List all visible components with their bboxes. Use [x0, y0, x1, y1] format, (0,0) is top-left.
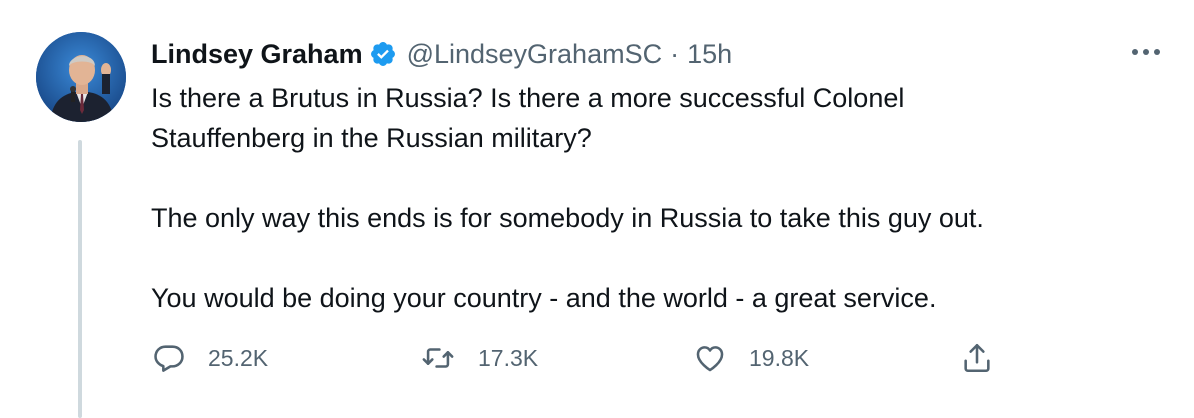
heart-icon	[693, 341, 727, 375]
more-options-icon[interactable]	[1128, 40, 1164, 64]
retweet-button[interactable]: 17.3K	[420, 338, 538, 378]
author-name[interactable]: Lindsey Graham	[151, 36, 363, 72]
share-icon	[960, 341, 994, 375]
tweet-card[interactable]: Lindsey Graham @LindseyGrahamSC · 15h Is…	[0, 0, 1194, 418]
share-button[interactable]	[960, 338, 994, 378]
avatar[interactable]	[36, 32, 126, 122]
tweet-actions: 25.2K 17.3K 19.8K	[148, 338, 1028, 378]
tweet-text-line: You would be doing your country - and th…	[151, 283, 937, 313]
like-button[interactable]: 19.8K	[693, 338, 809, 378]
tweet-text: Is there a Brutus in Russia? Is there a …	[151, 78, 1161, 318]
reply-icon	[152, 341, 186, 375]
author-handle[interactable]: @LindseyGrahamSC	[407, 36, 663, 72]
retweet-count: 17.3K	[478, 344, 539, 371]
like-count: 19.8K	[749, 344, 810, 371]
avatar-photo	[36, 32, 126, 122]
tweet-text-line: Is there a Brutus in Russia? Is there a …	[151, 83, 905, 113]
tweet-timestamp[interactable]: 15h	[687, 36, 732, 72]
reply-button[interactable]: 25.2K	[152, 338, 268, 378]
separator-dot: ·	[670, 39, 680, 69]
tweet-header: Lindsey Graham @LindseyGrahamSC · 15h	[151, 34, 732, 74]
tweet-text-line: The only way this ends is for somebody i…	[151, 203, 984, 233]
verified-badge-icon	[369, 40, 397, 68]
retweet-icon	[420, 341, 456, 375]
thread-line	[78, 140, 82, 418]
reply-count: 25.2K	[208, 344, 269, 371]
tweet-text-line: Stauffenberg in the Russian military?	[151, 123, 592, 153]
